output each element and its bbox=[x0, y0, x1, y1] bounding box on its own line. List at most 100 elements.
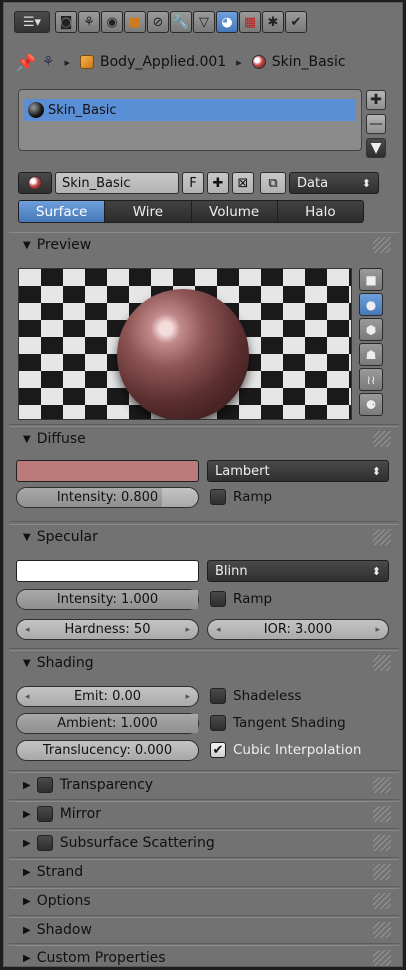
increment-arrow-icon[interactable]: ▸ bbox=[185, 692, 190, 702]
tangent-shading-checkbox[interactable] bbox=[210, 715, 226, 731]
tab-surface[interactable]: Surface bbox=[19, 201, 106, 222]
tab-object-data[interactable]: ▽ bbox=[193, 11, 215, 33]
diffuse-ramp-toggle[interactable]: Ramp bbox=[210, 489, 272, 505]
tab-texture[interactable]: ▦ bbox=[239, 11, 261, 33]
preview-monkey-button[interactable]: ☗ bbox=[359, 343, 383, 366]
material-slot-list[interactable]: Skin_Basic bbox=[18, 89, 362, 151]
cubic-interpolation-toggle[interactable]: ✔ Cubic Interpolation bbox=[210, 742, 361, 758]
material-name-field[interactable]: Skin_Basic bbox=[55, 172, 179, 194]
tangent-shading-toggle[interactable]: Tangent Shading bbox=[210, 715, 346, 731]
emit-field[interactable]: ◂ Emit: 0.00 ▸ bbox=[16, 686, 199, 707]
decrement-arrow-icon[interactable]: ◂ bbox=[25, 692, 30, 702]
preview-panel-header[interactable]: ▼ Preview bbox=[9, 232, 399, 257]
preview-sphere-button[interactable]: ● bbox=[359, 293, 383, 316]
fake-user-button[interactable]: F bbox=[182, 172, 204, 194]
drag-grip-icon[interactable] bbox=[373, 655, 391, 671]
tab-volume[interactable]: Volume bbox=[191, 201, 278, 222]
specular-shader-select[interactable]: Blinn ⬍ bbox=[207, 560, 389, 582]
strand-panel-header[interactable]: ▶ Strand bbox=[9, 859, 399, 884]
panel-divider bbox=[9, 799, 399, 800]
shadeless-label: Shadeless bbox=[233, 688, 302, 704]
increment-arrow-icon[interactable]: ▸ bbox=[375, 625, 380, 635]
diffuse-shader-select[interactable]: Lambert ⬍ bbox=[207, 460, 389, 482]
ior-field[interactable]: ◂ IOR: 3.000 ▸ bbox=[207, 619, 389, 640]
pin-icon[interactable]: 📌 bbox=[16, 53, 36, 72]
tab-halo[interactable]: Halo bbox=[277, 201, 363, 222]
tangent-shading-label: Tangent Shading bbox=[233, 715, 346, 731]
transparency-checkbox[interactable] bbox=[36, 777, 53, 793]
subsurface-scattering-checkbox[interactable] bbox=[36, 835, 53, 851]
expanded-triangle-icon: ▼ bbox=[23, 531, 31, 543]
panel-divider bbox=[9, 828, 399, 829]
cubic-interpolation-checkbox[interactable]: ✔ bbox=[210, 742, 226, 758]
specular-intensity-slider[interactable]: Intensity: 1.000 bbox=[16, 589, 199, 610]
tab-physics[interactable]: ✔ bbox=[285, 11, 307, 33]
new-material-button[interactable]: ✚ bbox=[207, 172, 229, 194]
drag-grip-icon[interactable] bbox=[373, 864, 391, 880]
render-icon: ◙ bbox=[59, 14, 73, 30]
preview-cube-button[interactable]: ⬢ bbox=[359, 318, 383, 341]
tab-render[interactable]: ◙ bbox=[55, 11, 77, 33]
breadcrumb-separator-icon: ▸ bbox=[64, 55, 71, 69]
tab-wire[interactable]: Wire bbox=[105, 201, 192, 222]
editor-type-button[interactable]: ☰▾ bbox=[14, 11, 50, 33]
preview-flat-button[interactable]: ■ bbox=[359, 268, 383, 291]
slot-specials-button[interactable]: ▼ bbox=[366, 138, 386, 158]
close-icon: ⊠ bbox=[237, 175, 249, 191]
sphere-icon: ● bbox=[365, 297, 377, 312]
unlink-material-button[interactable]: ⊠ bbox=[232, 172, 254, 194]
preview-world-sphere-button[interactable]: ⚈ bbox=[359, 393, 383, 416]
mirror-checkbox[interactable] bbox=[36, 806, 53, 822]
drag-grip-icon[interactable] bbox=[373, 431, 391, 447]
panel-divider bbox=[9, 770, 399, 771]
tab-object[interactable]: ■ bbox=[124, 11, 146, 33]
diffuse-ramp-checkbox[interactable] bbox=[210, 489, 226, 505]
shadow-panel-header[interactable]: ▶ Shadow bbox=[9, 917, 399, 942]
panel-divider bbox=[9, 521, 399, 522]
add-slot-button[interactable]: ✚ bbox=[366, 90, 386, 110]
copy-material-button[interactable]: ⧉ bbox=[260, 172, 286, 194]
tab-modifiers[interactable]: 🔧 bbox=[170, 11, 192, 33]
remove-slot-button[interactable]: — bbox=[366, 114, 386, 134]
drag-grip-icon[interactable] bbox=[373, 806, 391, 822]
specular-ramp-checkbox[interactable] bbox=[210, 591, 226, 607]
preview-hair-button[interactable]: ≀≀ bbox=[359, 368, 383, 391]
increment-arrow-icon[interactable]: ▸ bbox=[185, 625, 190, 635]
shading-panel-header[interactable]: ▼ Shading bbox=[9, 650, 399, 675]
drag-grip-icon[interactable] bbox=[373, 835, 391, 851]
drag-grip-icon[interactable] bbox=[373, 237, 391, 253]
options-panel-header[interactable]: ▶ Options bbox=[9, 888, 399, 913]
ambient-slider[interactable]: Ambient: 1.000 bbox=[16, 713, 199, 734]
decrement-arrow-icon[interactable]: ◂ bbox=[25, 625, 30, 635]
transparency-panel-header[interactable]: ▶ Transparency bbox=[9, 772, 399, 797]
diffuse-panel-header[interactable]: ▼ Diffuse bbox=[9, 426, 399, 451]
drag-grip-icon[interactable] bbox=[373, 950, 391, 966]
drag-grip-icon[interactable] bbox=[373, 777, 391, 793]
specular-panel-title: Specular bbox=[36, 529, 98, 545]
drag-grip-icon[interactable] bbox=[373, 893, 391, 909]
link-select[interactable]: Data ⬍ bbox=[289, 172, 379, 194]
shadeless-toggle[interactable]: Shadeless bbox=[210, 688, 301, 704]
material-slot-row[interactable]: Skin_Basic bbox=[24, 99, 356, 121]
tab-world[interactable]: ◉ bbox=[101, 11, 123, 33]
subsurface-scattering-panel-header[interactable]: ▶ Subsurface Scattering bbox=[9, 830, 399, 855]
translucency-slider[interactable]: Translucency: 0.000 bbox=[16, 740, 199, 761]
decrement-arrow-icon[interactable]: ◂ bbox=[216, 625, 221, 635]
panel-divider bbox=[9, 943, 399, 944]
hardness-field[interactable]: ◂ Hardness: 50 ▸ bbox=[16, 619, 199, 640]
custom-properties-panel-header[interactable]: ▶ Custom Properties bbox=[9, 945, 399, 970]
browse-material-button[interactable] bbox=[18, 172, 52, 194]
drag-grip-icon[interactable] bbox=[373, 922, 391, 938]
specular-panel-header[interactable]: ▼ Specular bbox=[9, 524, 399, 549]
diffuse-intensity-slider[interactable]: Intensity: 0.800 bbox=[16, 487, 199, 508]
specular-ramp-toggle[interactable]: Ramp bbox=[210, 591, 272, 607]
tab-material[interactable]: ◕ bbox=[216, 11, 238, 33]
shadeless-checkbox[interactable] bbox=[210, 688, 226, 704]
tab-particles[interactable]: ✱ bbox=[262, 11, 284, 33]
tab-scene[interactable]: ⚘ bbox=[78, 11, 100, 33]
tab-constraints[interactable]: ⊘ bbox=[147, 11, 169, 33]
diffuse-color-swatch[interactable] bbox=[16, 460, 199, 482]
specular-color-swatch[interactable] bbox=[16, 560, 199, 582]
drag-grip-icon[interactable] bbox=[373, 529, 391, 545]
mirror-panel-header[interactable]: ▶ Mirror bbox=[9, 801, 399, 826]
